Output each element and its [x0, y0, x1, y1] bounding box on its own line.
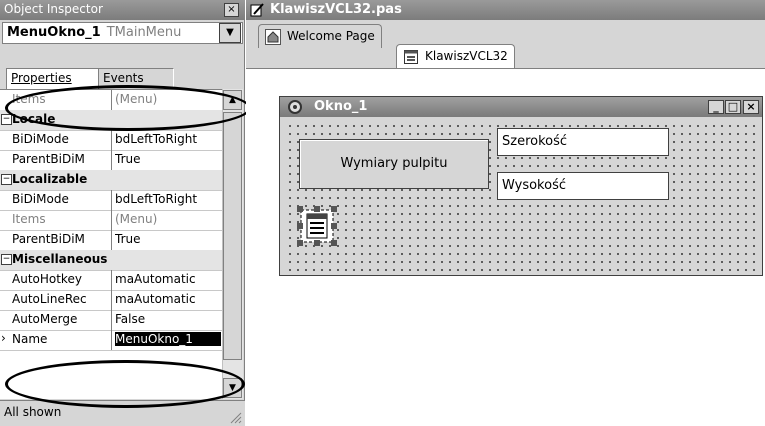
collapse-icon[interactable]: −: [1, 254, 12, 265]
column-divider: [111, 290, 112, 310]
collapse-icon[interactable]: −: [1, 174, 12, 185]
property-name: Items: [12, 212, 46, 226]
property-grid: Items (Menu) − Locale BiDiMode bdLeftToRight P…: [0, 89, 222, 399]
column-divider: [111, 330, 112, 350]
collapse-icon[interactable]: −: [1, 114, 12, 125]
minimize-icon[interactable]: _: [708, 100, 724, 114]
column-divider: [111, 190, 112, 210]
property-row[interactable]: Items (Menu): [0, 210, 222, 231]
column-divider: [111, 130, 112, 150]
column-divider: [111, 270, 112, 290]
scrollbar-thumb[interactable]: [223, 112, 242, 360]
category-label: Localizable: [12, 172, 88, 186]
tab-welcome-page[interactable]: Welcome Page: [258, 24, 382, 48]
tab-events-label: Events: [103, 71, 144, 85]
component-selector[interactable]: MenuOkno_1 TMainMenu: [2, 22, 243, 44]
wymiary-pulpitu-button[interactable]: Wymiary pulpitu: [299, 139, 489, 189]
property-row[interactable]: BiDiMode bdLeftToRight: [0, 190, 222, 211]
highlight-oval-name: [5, 360, 245, 408]
property-name: AutoMerge: [12, 312, 78, 326]
current-row-icon: ›: [1, 331, 6, 345]
form-okno-1[interactable]: Okno_1 _ □ × Wymiary pulpitu Szerokość W…: [279, 96, 763, 276]
main-menu-component-icon[interactable]: [297, 206, 337, 246]
editor-title: KlawiszVCL32.pas: [246, 0, 765, 20]
category-row[interactable]: − Localizable: [0, 170, 222, 191]
property-value[interactable]: bdLeftToRight: [115, 132, 221, 146]
property-value[interactable]: maAutomatic: [115, 272, 221, 286]
form-app-icon: [288, 100, 302, 114]
property-row[interactable]: ParentBiDiM True: [0, 230, 222, 251]
property-name: BiDiMode: [12, 132, 69, 146]
resize-grip-icon[interactable]: [228, 410, 242, 424]
tab-properties-label: Properties: [11, 71, 72, 85]
component-name: MenuOkno_1: [7, 25, 101, 40]
category-row[interactable]: − Miscellaneous: [0, 250, 222, 271]
close-icon[interactable]: ×: [743, 100, 759, 114]
column-divider: [111, 230, 112, 250]
property-name: ParentBiDiM: [12, 232, 85, 246]
form-title: Okno_1: [280, 97, 762, 117]
house-icon: [265, 29, 281, 45]
width-edit[interactable]: Szerokość: [497, 128, 669, 156]
category-label: Miscellaneous: [12, 252, 108, 266]
highlight-oval-items: [5, 85, 251, 131]
maximize-icon[interactable]: □: [725, 100, 741, 114]
property-value[interactable]: True: [115, 152, 221, 166]
property-name: ParentBiDiM: [12, 152, 85, 166]
property-row[interactable]: AutoLineRec maAutomatic: [0, 290, 222, 311]
chevron-down-icon[interactable]: ▼: [219, 23, 241, 43]
tab-klawiszvcl32-label: KlawiszVCL32: [425, 49, 508, 63]
property-value[interactable]: bdLeftToRight: [115, 192, 221, 206]
property-name: AutoHotkey: [12, 272, 82, 286]
property-value[interactable]: True: [115, 232, 221, 246]
property-name: Name: [12, 332, 48, 346]
property-name: AutoLineRec: [12, 292, 87, 306]
object-inspector-panel: Object Inspector × MenuOkno_1 TMainMenu ▼…: [0, 0, 251, 426]
column-divider: [111, 310, 112, 330]
component-type: TMainMenu: [106, 25, 182, 40]
property-value[interactable]: False: [115, 312, 221, 326]
property-value[interactable]: maAutomatic: [115, 292, 221, 306]
tab-welcome-page-label: Welcome Page: [287, 29, 375, 43]
pencil-document-icon: [250, 3, 264, 17]
property-row[interactable]: › Name MenuOkno_1: [0, 330, 222, 351]
property-value[interactable]: MenuOkno_1: [115, 332, 221, 346]
property-row[interactable]: BiDiMode bdLeftToRight: [0, 130, 222, 151]
property-name: BiDiMode: [12, 192, 69, 206]
column-divider: [111, 210, 112, 230]
column-divider: [111, 150, 112, 170]
tab-klawiszvcl32[interactable]: KlawiszVCL32: [396, 44, 515, 69]
property-row[interactable]: ParentBiDiM True: [0, 150, 222, 171]
height-edit[interactable]: Wysokość: [497, 172, 669, 200]
object-inspector-title: Object Inspector: [0, 0, 245, 20]
property-value[interactable]: (Menu): [115, 212, 221, 226]
close-icon[interactable]: ×: [224, 3, 239, 17]
form-client-area: Wymiary pulpitu Szerokość Wysokość: [284, 120, 759, 272]
form-icon: [404, 50, 418, 64]
property-row[interactable]: AutoHotkey maAutomatic: [0, 270, 222, 291]
property-row[interactable]: AutoMerge False: [0, 310, 222, 331]
